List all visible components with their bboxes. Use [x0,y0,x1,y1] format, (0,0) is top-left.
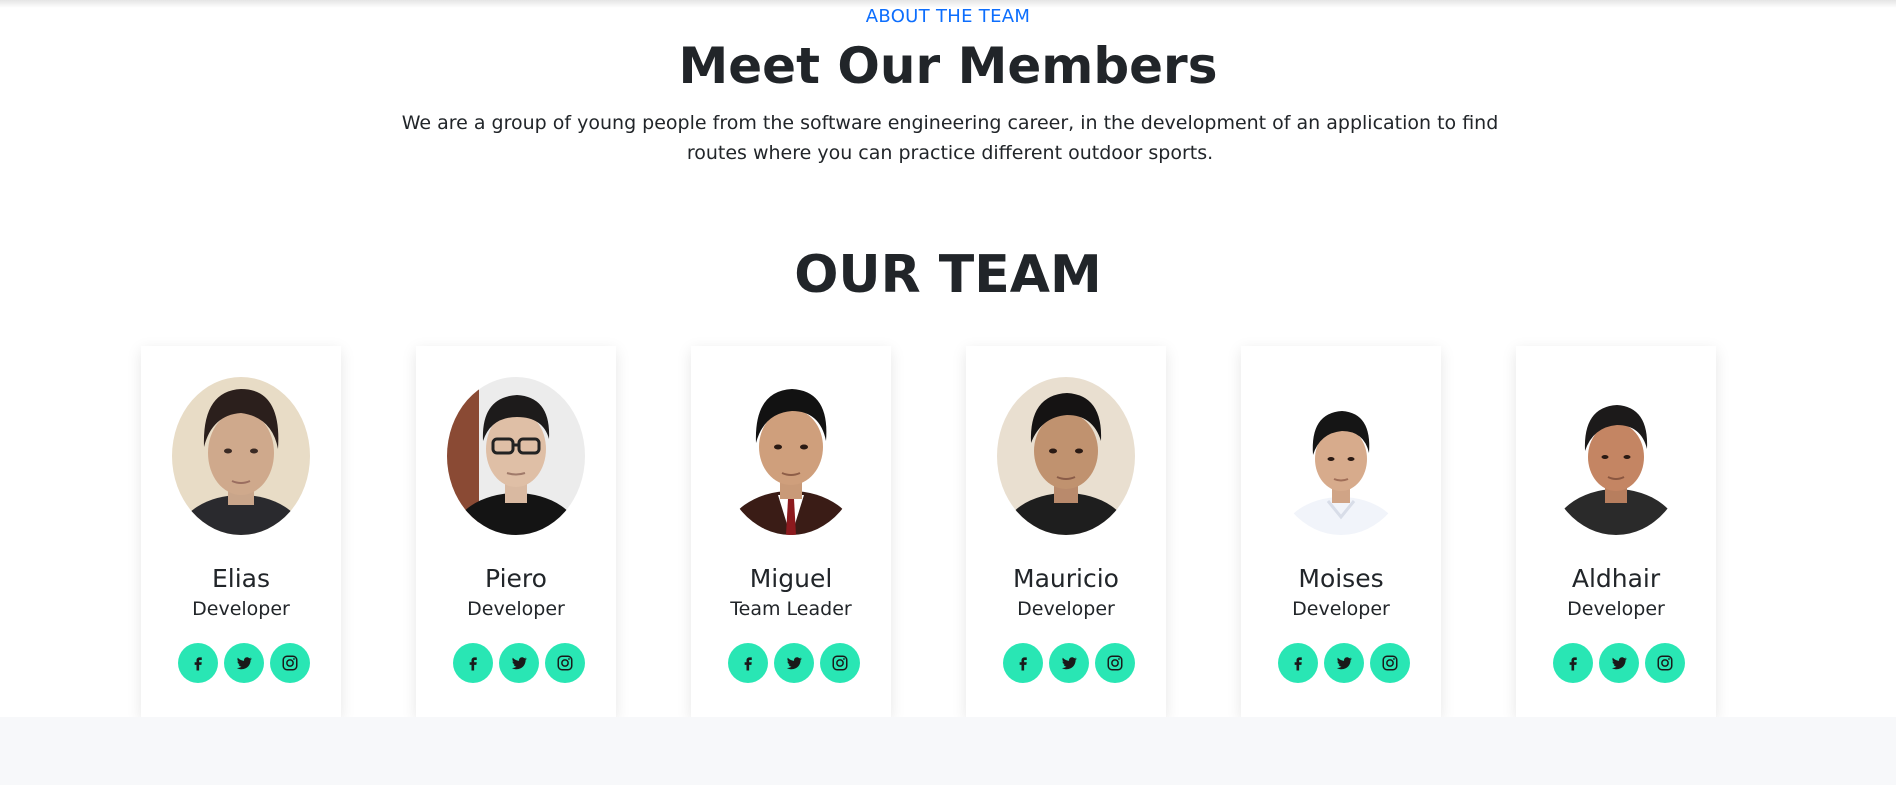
facebook-link[interactable] [1278,643,1318,683]
section-eyebrow: ABOUT THE TEAM [865,6,1031,27]
member-role: Team Leader [730,598,852,620]
twitter-link[interactable] [1324,643,1364,683]
facebook-icon [1569,657,1577,671]
instagram-icon [1657,655,1673,671]
instagram-icon [832,655,848,671]
team-heading: OUR TEAM [794,245,1102,305]
portrait-photo [1272,377,1410,535]
member-card-miguel: Miguel Team Leader [691,346,891,717]
twitter-link[interactable] [1599,643,1639,683]
instagram-icon [1107,655,1123,671]
member-photo [997,377,1135,535]
facebook-icon [1294,657,1302,671]
facebook-link[interactable] [178,643,218,683]
instagram-link[interactable] [1095,643,1135,683]
social-links [1278,643,1410,683]
facebook-link[interactable] [1003,643,1043,683]
instagram-icon [282,655,298,671]
member-name: Miguel [749,564,833,593]
member-photo [447,377,585,535]
member-photo [722,377,860,535]
member-photo [172,377,310,535]
facebook-link[interactable] [453,643,493,683]
twitter-icon [511,657,528,670]
facebook-icon [1019,657,1027,671]
portrait-photo [447,377,585,535]
member-role: Developer [1017,598,1115,620]
member-photo [1547,377,1685,535]
footer-band [0,717,1896,785]
twitter-icon [786,657,803,670]
member-name: Aldhair [1571,564,1661,593]
member-role: Developer [192,598,290,620]
instagram-link[interactable] [545,643,585,683]
instagram-link[interactable] [820,643,860,683]
facebook-link[interactable] [1553,643,1593,683]
member-name: Piero [485,564,547,593]
facebook-icon [744,657,752,671]
section-description: We are a group of young people from the … [401,112,1499,164]
portrait-photo [1547,377,1685,535]
instagram-link[interactable] [1645,643,1685,683]
member-card-elias: Elias Developer [141,346,341,717]
member-photo [1272,377,1410,535]
member-card-mauricio: Mauricio Developer [966,346,1166,717]
instagram-icon [557,655,573,671]
social-links [1003,643,1135,683]
portrait-photo [722,377,860,535]
member-role: Developer [1292,598,1390,620]
twitter-link[interactable] [774,643,814,683]
twitter-link[interactable] [224,643,264,683]
social-links [453,643,585,683]
social-links [728,643,860,683]
member-role: Developer [1567,598,1665,620]
twitter-icon [1061,657,1078,670]
member-name: Elias [211,564,271,593]
member-name: Mauricio [1013,564,1119,593]
member-card-piero: Piero Developer [416,346,616,717]
social-links [1553,643,1685,683]
instagram-link[interactable] [1370,643,1410,683]
instagram-link[interactable] [270,643,310,683]
team-cards: Elias Developer Piero Developer Miguel T… [141,346,1716,717]
social-links [178,643,310,683]
instagram-icon [1382,655,1398,671]
facebook-icon [194,657,202,671]
twitter-icon [1611,657,1628,670]
member-card-aldhair: Aldhair Developer [1516,346,1716,717]
page-title: Meet Our Members [678,37,1218,95]
portrait-photo [172,377,310,535]
member-card-moises: Moises Developer [1241,346,1441,717]
twitter-icon [236,657,253,670]
facebook-link[interactable] [728,643,768,683]
portrait-photo [997,377,1135,535]
facebook-icon [469,657,477,671]
member-role: Developer [467,598,565,620]
twitter-icon [1336,657,1353,670]
twitter-link[interactable] [1049,643,1089,683]
member-name: Moises [1298,564,1384,593]
twitter-link[interactable] [499,643,539,683]
